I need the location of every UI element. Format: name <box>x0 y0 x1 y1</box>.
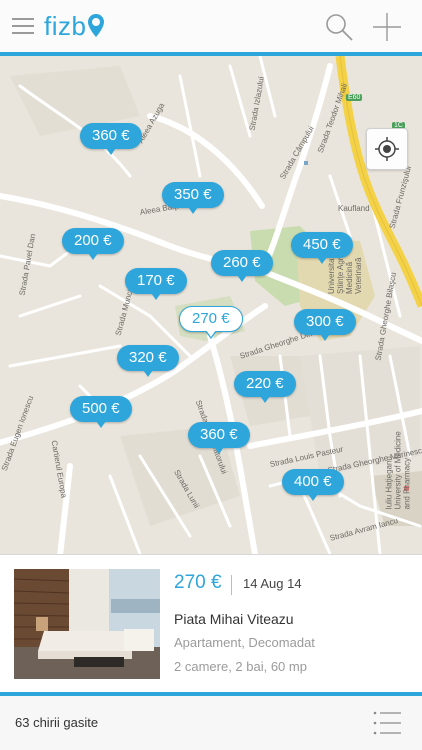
price-pin[interactable]: 360 € <box>188 422 250 454</box>
road-badge: E60 <box>346 94 363 101</box>
map-view[interactable]: E60 1C Strada Izlazului Strada Câmpului … <box>0 56 422 554</box>
street-label: Kaufland <box>338 204 370 213</box>
listing-price: 270 € <box>174 572 222 593</box>
price-pin[interactable]: 450 € <box>291 232 353 264</box>
apartment-photo <box>14 569 160 679</box>
plus-icon[interactable] <box>372 12 402 42</box>
listing-date: 14 Aug 14 <box>243 576 302 591</box>
price-pin[interactable]: 200 € <box>62 228 124 260</box>
list-icon[interactable] <box>372 708 402 738</box>
price-pin[interactable]: 320 € <box>117 345 179 377</box>
search-icon[interactable] <box>324 12 354 42</box>
menu-icon[interactable] <box>12 16 36 36</box>
listing-type: Apartament, Decomadat <box>174 635 315 650</box>
price-date-divider <box>231 575 232 595</box>
results-count: 63 chirii gasite <box>15 715 99 730</box>
listing-details: 2 camere, 2 bai, 60 mp <box>174 659 307 674</box>
price-pin[interactable]: 170 € <box>125 268 187 300</box>
street-label: Iuliu Haţieganu University of Medicine a… <box>384 431 412 510</box>
price-pin[interactable]: 350 € <box>162 182 224 214</box>
listing-photo[interactable] <box>14 569 160 679</box>
listing-title: Piata Mihai Viteazu <box>174 611 294 627</box>
crosshair-icon <box>375 137 399 161</box>
listing-card[interactable]: 270 € 14 Aug 14 Piata Mihai Viteazu Apar… <box>0 554 422 693</box>
locate-me-button[interactable] <box>366 128 408 170</box>
price-pin[interactable]: 360 € <box>80 123 142 155</box>
top-bar: fizb <box>0 0 422 52</box>
price-pin[interactable]: 260 € <box>211 250 273 282</box>
price-pin[interactable]: 220 € <box>234 371 296 403</box>
price-pin[interactable]: 400 € <box>282 469 344 501</box>
price-pin-selected[interactable]: 270 € <box>179 306 243 339</box>
app-logo: fizb <box>44 10 105 42</box>
price-pin[interactable]: 300 € <box>294 309 356 341</box>
bottom-bar: 63 chirii gasite <box>0 696 422 750</box>
logo-text: fizb <box>44 10 87 41</box>
price-pin[interactable]: 500 € <box>70 396 132 428</box>
logo-pin-icon <box>88 14 105 37</box>
